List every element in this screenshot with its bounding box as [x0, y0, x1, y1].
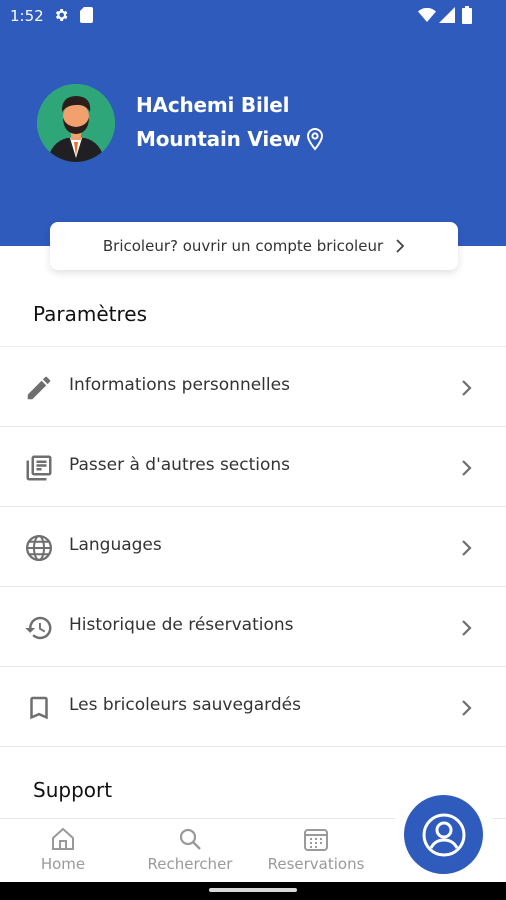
- user-name: HAchemi Bilel: [136, 93, 290, 117]
- menu-item-personal-info[interactable]: Informations personnelles: [0, 347, 506, 427]
- gesture-bar: [0, 882, 506, 900]
- status-time: 1:52: [10, 7, 44, 25]
- home-indicator[interactable]: [209, 888, 297, 892]
- menu-item-label: Historique de réservations: [69, 615, 294, 635]
- status-bar: 1:52: [0, 0, 506, 32]
- chevron-right-icon: [462, 540, 472, 556]
- bookmark-icon: [30, 696, 48, 720]
- location-text: Mountain View: [136, 127, 301, 151]
- pro-card-label: Bricoleur? ouvrir un compte bricoleur: [102, 237, 384, 255]
- signal-icon: [439, 7, 455, 23]
- nav-search-label: Rechercher: [147, 855, 233, 873]
- menu-item-label: Languages: [69, 535, 162, 555]
- battery-icon: [462, 6, 472, 24]
- settings-menu: Informations personnelles Passer à d'aut…: [0, 346, 506, 747]
- nav-reservations-label: Reservations: [267, 855, 365, 873]
- user-location: Mountain View: [136, 127, 325, 151]
- settings-title: Paramètres: [33, 302, 148, 326]
- calendar-icon: [304, 829, 328, 851]
- menu-item-label: Passer à d'autres sections: [69, 455, 291, 475]
- library-books-icon: [26, 455, 52, 481]
- chevron-right-icon: [462, 620, 472, 636]
- sd-card-icon: [80, 7, 93, 23]
- menu-item-other-sections[interactable]: Passer à d'autres sections: [0, 427, 506, 507]
- wifi-icon: [418, 8, 436, 22]
- profile-fab-button[interactable]: [404, 795, 483, 874]
- open-pro-account-button[interactable]: Bricoleur? ouvrir un compte bricoleur: [50, 222, 458, 270]
- location-pin-icon: [306, 127, 323, 151]
- pencil-icon: [27, 376, 51, 400]
- support-title: Support: [33, 778, 113, 802]
- nav-reservations[interactable]: Reservations: [260, 825, 372, 873]
- menu-item-saved-handymen[interactable]: Les bricoleurs sauvegardés: [0, 667, 506, 747]
- menu-item-booking-history[interactable]: Historique de réservations: [0, 587, 506, 667]
- chevron-right-icon: [462, 380, 472, 396]
- history-icon: [25, 616, 52, 640]
- menu-item-label: Les bricoleurs sauvegardés: [69, 695, 301, 715]
- nav-home[interactable]: Home: [33, 825, 93, 873]
- chevron-right-icon: [462, 700, 472, 716]
- avatar[interactable]: [37, 84, 115, 162]
- nav-search[interactable]: Rechercher: [140, 825, 240, 873]
- home-icon: [52, 827, 74, 850]
- menu-item-label: Informations personnelles: [69, 375, 290, 395]
- chevron-right-icon: [396, 239, 405, 253]
- user-account-icon: [422, 813, 465, 856]
- gear-icon: [55, 9, 68, 21]
- globe-icon: [26, 535, 52, 561]
- menu-item-languages[interactable]: Languages: [0, 507, 506, 587]
- chevron-right-icon: [462, 460, 472, 476]
- search-icon: [179, 828, 201, 850]
- nav-home-label: Home: [40, 855, 86, 873]
